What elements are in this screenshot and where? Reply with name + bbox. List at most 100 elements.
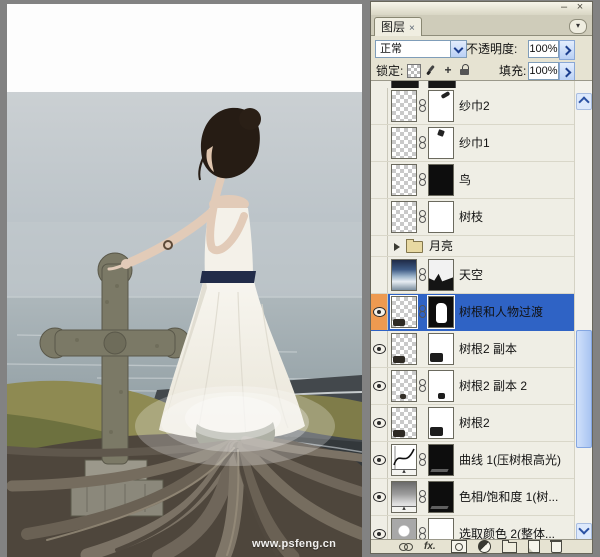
visibility-toggle[interactable] — [371, 236, 388, 256]
layer-mask-thumbnail[interactable] — [428, 127, 454, 159]
layer-rows: 纱巾2 纱巾1 鸟 — [371, 81, 575, 541]
fill-value: 100% — [529, 65, 557, 77]
layer-thumbnail[interactable] — [391, 127, 417, 159]
layer-row[interactable]: 树根2 — [371, 405, 575, 442]
layer-name[interactable]: 树根2 副本 — [459, 331, 517, 367]
layer-row[interactable]: 树枝 — [371, 199, 575, 236]
mask-link-icon — [419, 305, 426, 319]
layer-name[interactable]: 纱巾2 — [459, 88, 490, 124]
layer-thumbnail[interactable] — [391, 407, 417, 439]
new-layer-icon[interactable] — [528, 540, 540, 553]
visibility-toggle[interactable] — [371, 368, 388, 404]
photo-artwork — [7, 92, 362, 557]
opacity-input[interactable]: 100% — [528, 40, 559, 58]
visibility-toggle[interactable] — [371, 405, 388, 441]
visibility-toggle[interactable] — [371, 88, 388, 124]
scrollbar-thumb[interactable] — [576, 330, 592, 448]
layer-thumbnail[interactable] — [391, 333, 417, 365]
layer-mask-thumbnail[interactable] — [428, 407, 454, 439]
layer-name[interactable]: 选取颜色 2(整体... — [459, 516, 555, 541]
add-layer-mask-icon[interactable] — [451, 540, 467, 553]
layer-mask-thumbnail[interactable] — [428, 259, 454, 291]
layer-thumbnail[interactable] — [391, 259, 417, 291]
visibility-toggle[interactable] — [371, 162, 388, 198]
fill-arrow-icon[interactable] — [559, 62, 575, 82]
layer-thumbnail[interactable] — [391, 370, 417, 402]
panel-menu-icon[interactable]: ▾ — [569, 19, 587, 34]
scroll-down-icon[interactable] — [576, 523, 592, 540]
tab-layers[interactable]: 图层 × — [374, 17, 422, 36]
fill-input[interactable]: 100% — [528, 62, 559, 80]
layer-thumbnail-curves[interactable] — [391, 444, 417, 476]
layer-row[interactable]: 鸟 — [371, 162, 575, 199]
layer-row[interactable]: 纱巾2 — [371, 88, 575, 125]
visibility-toggle[interactable] — [371, 257, 388, 293]
visibility-toggle[interactable] — [371, 125, 388, 161]
lock-transparency-icon[interactable] — [407, 64, 421, 78]
layer-mask-thumbnail[interactable] — [428, 444, 454, 476]
visibility-toggle[interactable] — [371, 516, 388, 541]
panel-footer: fx. — [371, 539, 592, 553]
layer-thumbnail-hue-saturation[interactable] — [391, 481, 417, 513]
layer-row[interactable]: 曲线 1(压树根高光) — [371, 442, 575, 479]
layer-row[interactable]: 色相/饱和度 1(树... — [371, 479, 575, 516]
scroll-up-icon[interactable] — [576, 93, 592, 110]
layer-row[interactable]: 树根2 副本 — [371, 331, 575, 368]
layer-row[interactable]: 树根2 副本 2 — [371, 368, 575, 405]
visibility-toggle[interactable] — [371, 199, 388, 235]
layer-name[interactable]: 树根2 副本 2 — [459, 368, 527, 404]
layer-thumbnail[interactable] — [391, 201, 417, 233]
layer-mask-thumbnail[interactable] — [428, 370, 454, 402]
layer-name[interactable]: 树根和人物过渡 — [459, 294, 543, 330]
layer-thumbnail[interactable] — [391, 164, 417, 196]
layer-mask-thumbnail[interactable] — [428, 164, 454, 196]
layer-thumbnail-selective-color[interactable] — [391, 518, 417, 541]
link-layers-icon[interactable] — [399, 541, 413, 552]
layer-list: 纱巾2 纱巾1 鸟 — [371, 80, 592, 541]
layer-mask-thumbnail[interactable] — [428, 90, 454, 122]
layer-name[interactable]: 色相/饱和度 1(树... — [459, 479, 558, 515]
visibility-toggle[interactable] — [371, 479, 388, 515]
mask-link-icon — [419, 490, 426, 504]
layer-row[interactable]: 纱巾1 — [371, 125, 575, 162]
layer-mask-thumbnail[interactable] — [428, 518, 454, 541]
minimize-button[interactable]: – — [558, 2, 570, 14]
opacity-arrow-icon[interactable] — [559, 40, 575, 60]
layer-group-row[interactable]: 月亮 — [371, 236, 575, 257]
layer-thumbnail[interactable] — [391, 296, 417, 328]
panel-titlebar: – × — [371, 2, 592, 15]
layer-name[interactable]: 鸟 — [459, 162, 471, 198]
layer-row-selected[interactable]: 树根和人物过渡 — [371, 294, 575, 331]
close-button[interactable]: × — [574, 2, 586, 14]
delete-layer-icon[interactable] — [551, 542, 562, 553]
group-expand-icon[interactable] — [394, 243, 400, 251]
visibility-toggle[interactable] — [371, 294, 388, 330]
visibility-toggle[interactable] — [371, 331, 388, 367]
layer-thumbnail[interactable] — [391, 90, 417, 122]
layer-style-icon[interactable]: fx. — [424, 541, 440, 552]
chevron-down-icon[interactable] — [450, 41, 466, 57]
layer-name[interactable]: 月亮 — [429, 236, 453, 256]
tab-close-icon[interactable]: × — [409, 23, 415, 34]
new-adjustment-layer-icon[interactable] — [478, 540, 491, 553]
layer-mask-thumbnail[interactable] — [428, 296, 454, 328]
layer-mask-thumbnail[interactable] — [428, 201, 454, 233]
document-canvas[interactable]: www.psfeng.cn — [7, 4, 362, 557]
lock-all-icon[interactable] — [459, 64, 471, 76]
layer-row[interactable]: 天空 — [371, 257, 575, 294]
visibility-toggle[interactable] — [371, 442, 388, 478]
layer-name[interactable]: 树根2 — [459, 405, 490, 441]
layer-name[interactable]: 树枝 — [459, 199, 483, 235]
layer-mask-thumbnail[interactable] — [428, 481, 454, 513]
lock-position-icon[interactable]: + — [442, 64, 454, 76]
tab-layers-label: 图层 — [381, 20, 405, 34]
layer-name[interactable]: 曲线 1(压树根高光) — [459, 442, 561, 478]
layer-name[interactable]: 纱巾1 — [459, 125, 490, 161]
scrollbar[interactable] — [574, 81, 592, 541]
layer-mask-thumbnail[interactable] — [428, 333, 454, 365]
layer-row[interactable]: 选取颜色 2(整体... — [371, 516, 575, 541]
new-group-icon[interactable] — [502, 542, 517, 553]
blend-mode-select[interactable]: 正常 — [375, 40, 467, 58]
layer-name[interactable]: 天空 — [459, 257, 483, 293]
lock-pixels-icon[interactable] — [425, 64, 437, 76]
